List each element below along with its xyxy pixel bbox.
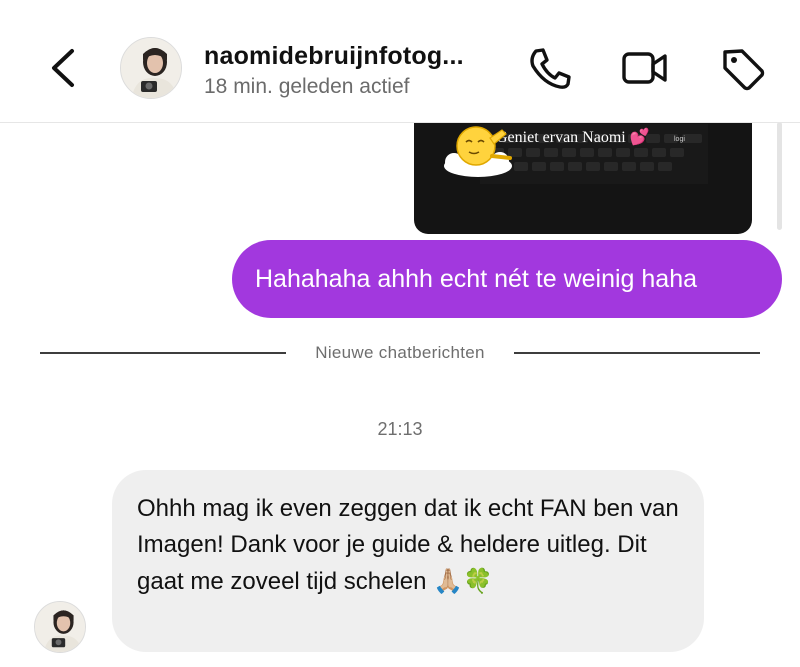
sender-avatar[interactable] — [34, 601, 86, 653]
profile-avatar[interactable] — [120, 37, 182, 99]
media-caption: Geniet ervan Naomi 💕 — [496, 129, 650, 146]
divider-line-left — [40, 352, 286, 354]
contact-name[interactable]: naomidebruijnfotog... — [204, 42, 464, 71]
video-call-button[interactable] — [620, 44, 670, 92]
active-status: 18 min. geleden actief — [204, 75, 410, 98]
media-small-text: logi — [674, 136, 685, 143]
message-timestamp: 21:13 — [377, 419, 423, 439]
tag-icon — [723, 49, 765, 91]
profile-photo — [121, 38, 181, 98]
sunbathing-sun-sticker — [444, 126, 512, 177]
praying-hands-clover-emoji: 🙏🏼🍀 — [433, 567, 493, 595]
back-button[interactable] — [42, 44, 86, 92]
back-arrow-icon — [52, 49, 74, 87]
phone-icon — [530, 48, 571, 89]
video-camera-icon — [622, 52, 667, 84]
scrollbar[interactable] — [777, 122, 782, 230]
incoming-message-text: Ohhh mag ik even zeggen dat ik echt FAN … — [137, 495, 679, 595]
chat-header: naomidebruijnfotog... 18 min. geleden ac… — [0, 0, 800, 123]
incoming-message[interactable]: Ohhh mag ik even zeggen dat ik echt FAN … — [112, 470, 704, 652]
divider-line-right — [514, 352, 760, 354]
shared-media-card[interactable]: Geniet ervan Naomi 💕 logi — [414, 110, 752, 234]
voice-call-button[interactable] — [524, 44, 574, 92]
tag-button[interactable] — [718, 44, 768, 92]
outgoing-message[interactable]: Hahahaha ahhh echt nét te weinig haha — [232, 240, 782, 318]
new-messages-divider: Nieuwe chatberichten — [315, 343, 485, 362]
profile-photo — [35, 602, 85, 652]
